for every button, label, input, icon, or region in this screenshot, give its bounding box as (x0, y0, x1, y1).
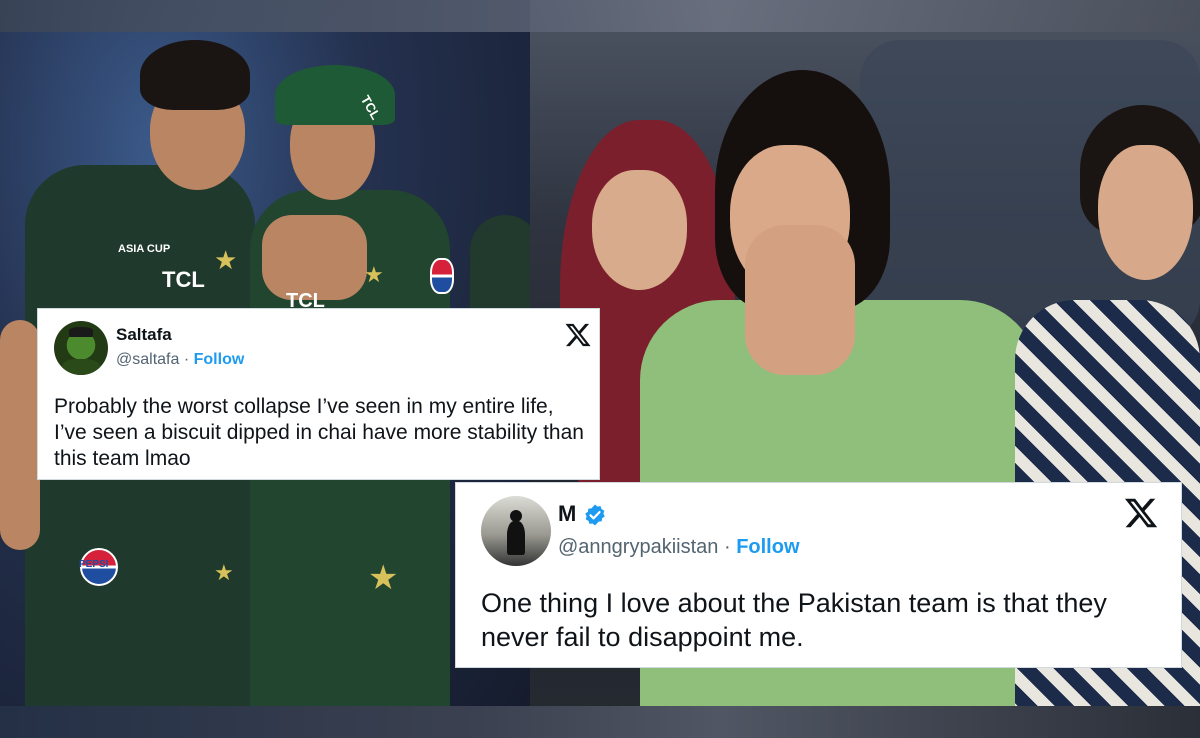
x-logo-icon[interactable] (564, 321, 592, 349)
verified-badge-icon (585, 504, 605, 526)
fan-hand (745, 225, 855, 375)
star-icon: ★ (214, 245, 238, 275)
author-name[interactable]: Saltafa (116, 325, 172, 345)
fan-face (592, 170, 687, 290)
bottom-blur-strip (0, 706, 1200, 738)
player-hair (140, 40, 250, 110)
player-jersey (470, 215, 530, 315)
tweet-card[interactable]: Saltafa @saltafa · Follow Probably the w… (37, 308, 600, 480)
star-icon: ★ (214, 560, 234, 585)
handle-line: @saltafa · Follow (116, 351, 244, 369)
avatar-figure (507, 521, 525, 555)
tweet-text: One thing I love about the Pakistan team… (481, 588, 1107, 652)
handle-line: @anngrypakiistan · Follow (558, 536, 800, 559)
x-logo-icon[interactable] (1123, 495, 1159, 531)
author-name[interactable]: M (558, 501, 576, 527)
avatar[interactable] (481, 496, 551, 566)
separator-dot: · (183, 351, 190, 368)
author-handle[interactable]: @saltafa (116, 351, 179, 368)
player-hands (262, 215, 367, 300)
avatar-figure (69, 327, 93, 337)
asia-cup-logo: ASIA CUP (118, 243, 171, 255)
star-icon: ★ (364, 262, 384, 287)
tweet-text: Probably the worst collapse I’ve seen in… (54, 395, 584, 470)
pepsi-logo-icon (430, 258, 454, 294)
top-blur-strip (0, 0, 1200, 32)
star-icon: ★ (368, 559, 399, 597)
player-arm (0, 320, 40, 550)
fan-face (1098, 145, 1193, 280)
pepsi-label: PEPSI (79, 559, 109, 570)
separator-dot: · (723, 536, 731, 558)
follow-button[interactable]: Follow (736, 536, 799, 558)
tweet-card[interactable]: M @anngrypakiistan · Follow One thing I … (455, 482, 1182, 668)
jersey-sponsor-text: TCL (162, 267, 205, 292)
author-handle[interactable]: @anngrypakiistan (558, 536, 718, 558)
follow-button[interactable]: Follow (194, 351, 245, 368)
avatar[interactable] (54, 321, 108, 375)
avatar-figure (62, 359, 100, 375)
collage-canvas: TCL TCL TCL ASIA CUP PEPSI ★ ★ ★ ★ Salta… (0, 0, 1200, 738)
